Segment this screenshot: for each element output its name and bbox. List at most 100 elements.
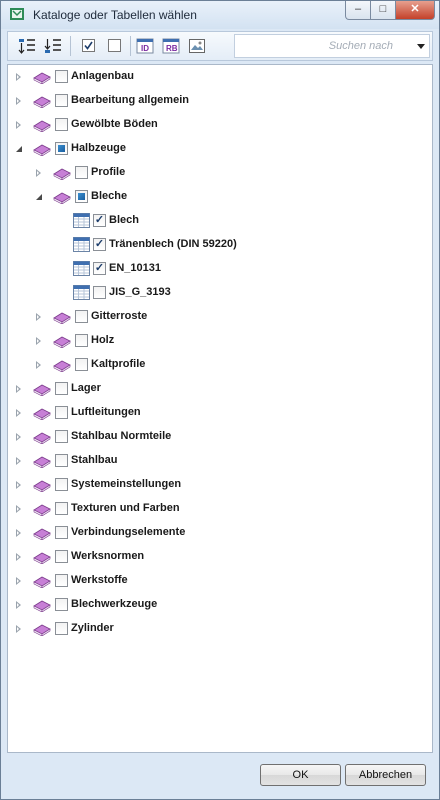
title-bar[interactable]: Kataloge oder Tabellen wählen – □ ✕ <box>1 1 439 29</box>
window-title: Kataloge oder Tabellen wählen <box>33 8 197 22</box>
tree-node[interactable]: Gitterroste <box>8 307 432 327</box>
catalog-book-icon <box>53 360 71 372</box>
maximize-button[interactable]: □ <box>370 1 396 20</box>
collapsed-arrow-icon[interactable] <box>36 169 41 177</box>
catalog-book-icon <box>33 624 51 636</box>
node-checkbox[interactable] <box>55 94 68 107</box>
tree-node-label: EN_10131 <box>109 262 161 274</box>
tree-node[interactable]: Systemeinstellungen <box>8 475 432 495</box>
collapsed-arrow-icon[interactable] <box>16 505 21 513</box>
collapsed-arrow-icon[interactable] <box>16 457 21 465</box>
node-checkbox[interactable] <box>75 358 88 371</box>
node-checkbox[interactable] <box>55 118 68 131</box>
tree-node[interactable]: Zylinder <box>8 619 432 639</box>
table-id-icon[interactable]: ID <box>136 37 154 55</box>
ok-button[interactable]: OK <box>260 764 341 786</box>
catalog-book-icon <box>33 504 51 516</box>
tree-node[interactable]: Bearbeitung allgemein <box>8 91 432 111</box>
tree-node[interactable]: ✓ Tränenblech (DIN 59220) <box>8 235 432 255</box>
node-checkbox[interactable] <box>55 478 68 491</box>
node-checkbox[interactable] <box>55 622 68 635</box>
node-checkbox[interactable]: ✓ <box>93 262 106 275</box>
collapsed-arrow-icon[interactable] <box>36 337 41 345</box>
node-checkbox[interactable] <box>55 142 68 155</box>
collapsed-arrow-icon[interactable] <box>16 409 21 417</box>
node-checkbox[interactable] <box>75 310 88 323</box>
tree-node[interactable]: Werkstoffe <box>8 571 432 591</box>
tree-node-label: Gewölbte Böden <box>71 118 158 130</box>
tree-node[interactable]: Gewölbte Böden <box>8 115 432 135</box>
expanded-arrow-icon[interactable] <box>36 194 42 200</box>
tree-node[interactable]: Halbzeuge <box>8 139 432 159</box>
tree-node-label: Blech <box>109 214 139 226</box>
node-checkbox[interactable] <box>55 430 68 443</box>
collapsed-arrow-icon[interactable] <box>16 385 21 393</box>
tree-node-label: Werkstoffe <box>71 574 128 586</box>
check-all-icon[interactable] <box>80 37 98 55</box>
node-checkbox[interactable] <box>55 550 68 563</box>
close-button[interactable]: ✕ <box>395 1 435 20</box>
tree-node[interactable]: Blechwerkzeuge <box>8 595 432 615</box>
cancel-button[interactable]: Abbrechen <box>345 764 426 786</box>
node-checkbox[interactable] <box>75 334 88 347</box>
collapsed-arrow-icon[interactable] <box>16 97 21 105</box>
tree-node-label: Bleche <box>91 190 128 202</box>
table-icon <box>73 213 90 228</box>
tree-node[interactable]: Texturen und Farben <box>8 499 432 519</box>
tree-node[interactable]: Verbindungselemente <box>8 523 432 543</box>
node-checkbox[interactable] <box>55 502 68 515</box>
node-checkbox[interactable]: ✓ <box>93 214 106 227</box>
collapsed-arrow-icon[interactable] <box>36 361 41 369</box>
node-checkbox[interactable] <box>93 286 106 299</box>
tree-node[interactable]: ✓ Blech <box>8 211 432 231</box>
collapse-all-icon[interactable] <box>44 37 62 55</box>
tree-node[interactable]: Profile <box>8 163 432 183</box>
uncheck-all-icon[interactable] <box>106 37 124 55</box>
node-checkbox[interactable]: ✓ <box>93 238 106 251</box>
collapsed-arrow-icon[interactable] <box>16 433 21 441</box>
node-checkbox[interactable] <box>55 526 68 539</box>
tree-node[interactable]: Holz <box>8 331 432 351</box>
node-checkbox[interactable] <box>55 70 68 83</box>
catalog-book-icon <box>53 312 71 324</box>
expanded-arrow-icon[interactable] <box>16 146 22 152</box>
tree-node[interactable]: Anlagenbau <box>8 67 432 87</box>
tree-node-label: JIS_G_3193 <box>109 286 171 298</box>
collapsed-arrow-icon[interactable] <box>16 73 21 81</box>
collapsed-arrow-icon[interactable] <box>16 553 21 561</box>
tree-node[interactable]: ✓ EN_10131 <box>8 259 432 279</box>
collapsed-arrow-icon[interactable] <box>16 529 21 537</box>
table-icon <box>73 285 90 300</box>
tree-node[interactable]: JIS_G_3193 <box>8 283 432 303</box>
collapsed-arrow-icon[interactable] <box>16 577 21 585</box>
catalog-tree[interactable]: Anlagenbau Bearbeitung allgemein Gewölbte … <box>7 64 433 753</box>
collapsed-arrow-icon[interactable] <box>36 313 41 321</box>
node-checkbox[interactable] <box>55 574 68 587</box>
tree-node[interactable]: Kaltprofile <box>8 355 432 375</box>
collapsed-arrow-icon[interactable] <box>16 601 21 609</box>
expand-all-icon[interactable] <box>18 37 36 55</box>
collapsed-arrow-icon[interactable] <box>16 625 21 633</box>
table-icon <box>73 261 90 276</box>
table-rb-icon[interactable]: RB <box>162 37 180 55</box>
node-checkbox[interactable] <box>75 166 88 179</box>
node-checkbox[interactable] <box>75 190 88 203</box>
node-checkbox[interactable] <box>55 598 68 611</box>
catalog-book-icon <box>53 336 71 348</box>
tree-node[interactable]: Stahlbau <box>8 451 432 471</box>
node-checkbox[interactable] <box>55 406 68 419</box>
search-input[interactable]: Suchen nach <box>234 34 430 58</box>
tree-node-label: Luftleitungen <box>71 406 141 418</box>
chevron-down-icon[interactable] <box>417 44 425 49</box>
collapsed-arrow-icon[interactable] <box>16 481 21 489</box>
tree-node[interactable]: Werksnormen <box>8 547 432 567</box>
node-checkbox[interactable] <box>55 454 68 467</box>
tree-node[interactable]: Luftleitungen <box>8 403 432 423</box>
node-checkbox[interactable] <box>55 382 68 395</box>
minimize-button[interactable]: – <box>345 1 371 20</box>
tree-node[interactable]: Bleche <box>8 187 432 207</box>
image-icon[interactable] <box>188 37 206 55</box>
tree-node[interactable]: Stahlbau Normteile <box>8 427 432 447</box>
tree-node[interactable]: Lager <box>8 379 432 399</box>
collapsed-arrow-icon[interactable] <box>16 121 21 129</box>
